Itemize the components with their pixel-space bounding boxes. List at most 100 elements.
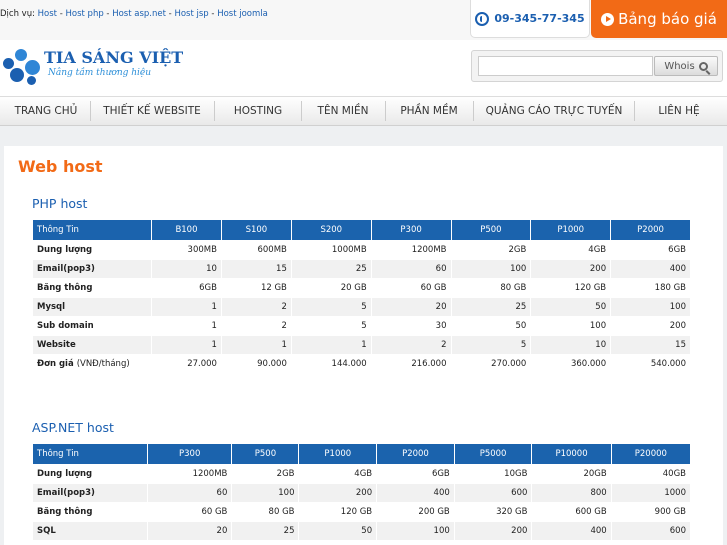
table-row: Dung lượng 1200MB 2GB 4GB 6GB 10GB 20GB … [33,465,690,483]
service-link-host-php[interactable]: Host php [66,9,104,19]
table-cell: Email(pop3) [33,484,147,502]
table-row: Email(pop3) 60 100 200 400 600 800 1000 [33,484,690,502]
services-links: Dịch vụ: Host - Host php - Host asp.net … [0,9,268,19]
table-header-cell: Thông Tin [33,220,151,240]
table-row: Mysql 1 2 5 20 25 50 100 [33,298,690,316]
table-cell: 60 [371,260,451,278]
table-header-cell: P500 [451,220,531,240]
nav-item-web-design[interactable]: THIẾT KẾ WEBSITE [92,97,212,125]
table-cell: 2 [371,336,451,354]
table-cell: 2GB [508,245,527,255]
whois-label: Whois [664,60,695,72]
table-cell: 5 [361,321,367,331]
table-cell: 30 [435,321,447,331]
service-link-host-joomla[interactable]: Host joomla [217,9,268,19]
table-cell: 60 GB [201,507,228,517]
table-header-cell: P20000 [611,444,690,464]
nav-item-software[interactable]: PHẦN MỀM [387,97,471,125]
nav-item-domain[interactable]: TÊN MIỀN [303,97,383,125]
whois-button[interactable]: Whois [654,56,718,76]
table-cell: 216.000 [411,359,447,369]
php-host-title: PHP host [32,196,88,211]
nav-item-online-ads[interactable]: QUẢNG CÁO TRỰC TUYẾN [475,97,633,125]
table-cell: 200 [299,484,377,502]
domain-search-box: Whois [471,50,723,82]
table-cell: 6GB [199,283,217,293]
table-cell: 5 [451,336,531,354]
logo-name[interactable]: TIA SÁNG VIỆT [44,48,183,67]
table-cell: 100 [611,298,690,316]
table-cell: 600MB [257,245,287,255]
table-cell: 100 [377,522,454,540]
table-cell: Băng thông [37,283,93,293]
table-cell: 10GB [504,469,528,479]
domain-search-input[interactable] [478,56,653,76]
table-cell: 100 [589,321,607,331]
table-cell: 400 [377,484,454,502]
table-cell: 2 [281,321,287,331]
table-cell: 120 GB [340,507,373,517]
table-cell: 270.000 [491,359,527,369]
table-cell: 400 [532,522,611,540]
logo-dots-icon[interactable] [3,48,43,88]
table-cell: Dung lượng [37,245,93,255]
table-header-cell: P1000 [531,220,611,240]
table-cell: 90.000 [257,359,287,369]
table-row: SQL 20 25 50 100 200 400 600 [33,522,690,540]
nav-item-hosting[interactable]: HOSTING [216,97,300,125]
table-cell: 4GB [588,245,607,255]
table-cell: 1 [152,336,221,354]
price-label: Đơn giá [37,359,74,369]
table-header-cell: P1000 [299,444,377,464]
table-cell: 144.000 [331,359,367,369]
table-cell: 27.000 [187,359,217,369]
table-cell: 600 [611,522,690,540]
table-cell: 200 [454,522,532,540]
table-cell: 540.000 [650,359,686,369]
main-nav: TRANG CHỦ THIẾT KẾ WEBSITE HOSTING TÊN M… [0,96,727,126]
table-cell: 20 [371,298,451,316]
table-cell: 6GB [668,245,686,255]
table-cell: 15 [611,336,690,354]
nav-item-home[interactable]: TRANG CHỦ [4,97,88,125]
table-cell: 300MB [187,245,217,255]
page: Dịch vụ: Host - Host php - Host asp.net … [0,0,727,545]
table-cell: 10 [531,336,611,354]
table-cell: 200 GB [418,507,450,517]
table-cell: 5 [291,298,371,316]
logo-slogan: Nâng tầm thương hiệu [48,68,152,78]
table-cell: 25 [291,260,371,278]
table-header-cell: S200 [291,220,371,240]
table-cell: 180 GB [654,283,686,293]
table-header-cell: B100 [152,220,221,240]
service-link-host-aspnet[interactable]: Host asp.net [112,9,166,19]
table-header-cell: P2000 [611,220,690,240]
table-cell: Website [33,336,151,354]
table-cell: 600 GB [575,507,607,517]
play-circle-icon [601,12,615,26]
table-cell: 1 [152,298,221,316]
service-link-host[interactable]: Host [38,9,57,19]
table-cell: 900 GB [654,507,686,517]
table-row: Đơn giá (VNĐ/tháng) 27.000 90.000 144.00… [33,355,690,373]
table-cell: Email(pop3) [33,260,151,278]
table-cell: SQL [33,522,147,540]
price-list-button[interactable]: Bảng báo giá [591,0,727,38]
table-header-row: Thông Tin P300 P500 P1000 P2000 P5000 P1… [33,444,690,464]
page-title: Web host [18,157,103,176]
table-cell: 80 GB [268,507,295,517]
table-cell: 200 [669,321,686,331]
table-cell: 120 GB [574,283,607,293]
table-cell: 60 GB [420,283,447,293]
table-cell: 1200MB [192,469,228,479]
table-cell: 50 [299,522,377,540]
phone-hotline[interactable]: 09-345-77-345 [470,0,590,38]
table-cell: 100 [232,484,299,502]
table-cell: 2GB [276,469,295,479]
table-cell: Mysql [33,298,151,316]
table-header-cell: P300 [371,220,451,240]
table-cell: 800 [532,484,611,502]
table-cell: 320 GB [496,507,528,517]
nav-item-contact[interactable]: LIÊN HỆ [636,97,722,125]
service-link-host-jsp[interactable]: Host jsp [174,9,208,19]
